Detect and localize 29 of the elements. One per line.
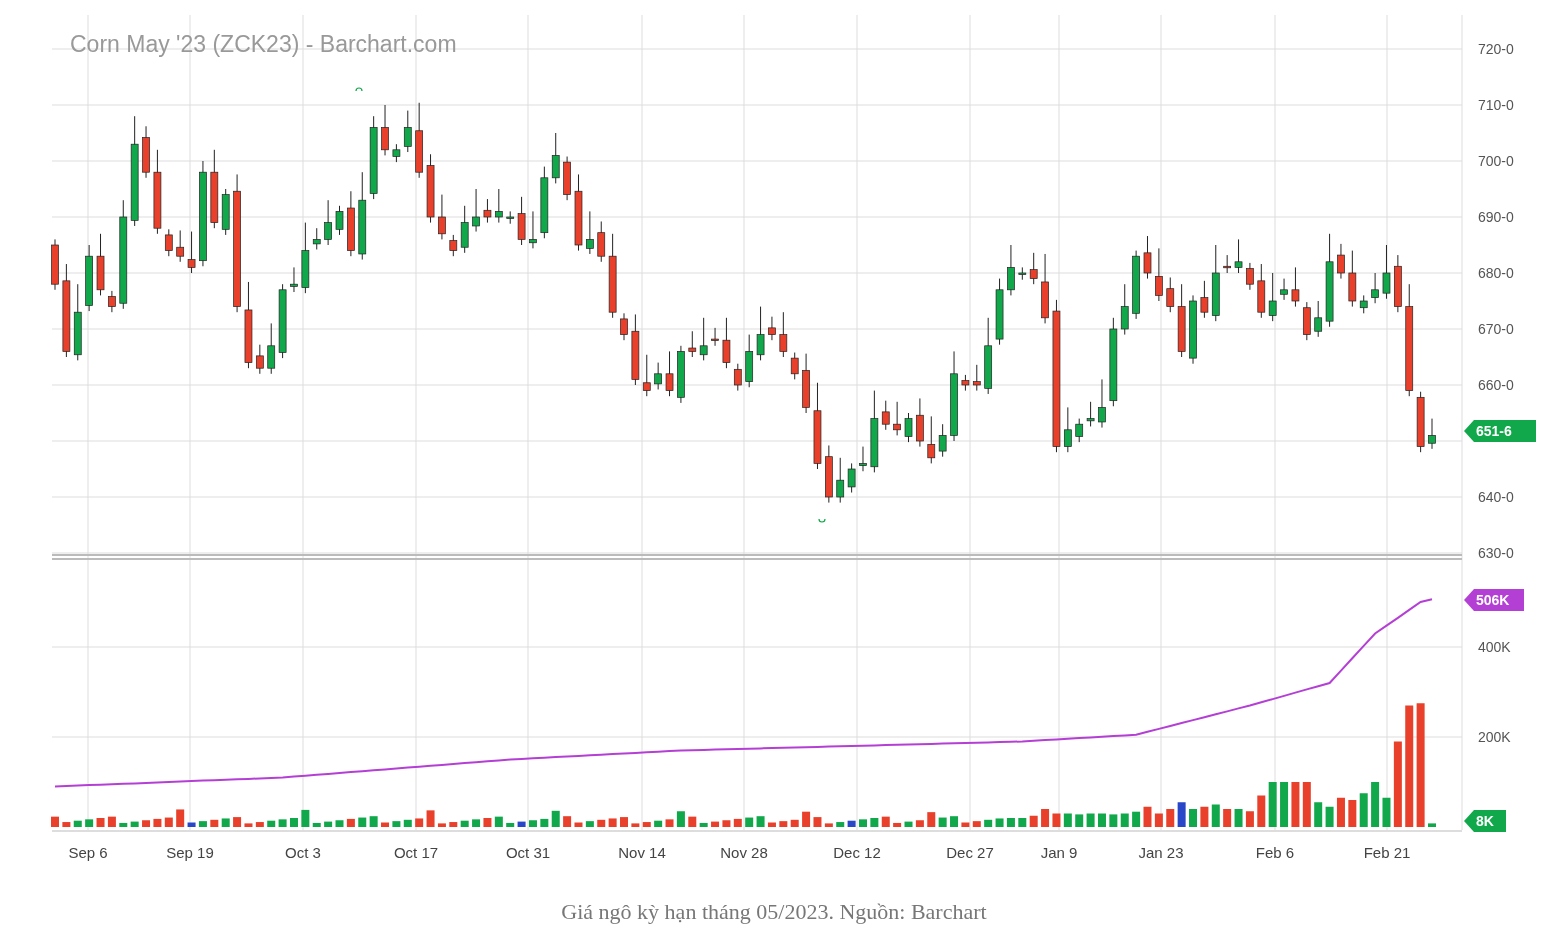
x-axis-label: Feb 21 bbox=[1363, 844, 1411, 861]
volume-badge: 8K bbox=[1464, 810, 1506, 832]
y-axis-label: 680-0 bbox=[1478, 265, 1514, 281]
y-axis-label: 720-0 bbox=[1478, 41, 1514, 57]
y-axis-label: 400K bbox=[1478, 639, 1511, 655]
x-axis-label: Sep 6 bbox=[68, 844, 108, 861]
y-axis-label: 630-0 bbox=[1478, 545, 1514, 561]
chart-title: Corn May '23 (ZCK23) - Barchart.com bbox=[70, 31, 457, 57]
y-axis-label: 200K bbox=[1478, 729, 1511, 745]
x-axis-label: Sep 19 bbox=[166, 844, 214, 861]
y-axis-label: 690-0 bbox=[1478, 209, 1514, 225]
x-axis-label: Jan 9 bbox=[1040, 844, 1078, 861]
y-axis-label: 700-0 bbox=[1478, 153, 1514, 169]
x-axis-label: Feb 6 bbox=[1255, 844, 1295, 861]
x-axis-label: Jan 23 bbox=[1138, 844, 1184, 861]
price-badge: 651-6 bbox=[1464, 420, 1536, 442]
x-axis-label: Dec 12 bbox=[833, 844, 881, 861]
y-axis-label: 640-0 bbox=[1478, 489, 1514, 505]
x-axis-label: Oct 3 bbox=[285, 844, 321, 861]
x-axis-label: Nov 14 bbox=[618, 844, 666, 861]
x-axis-label: Dec 27 bbox=[946, 844, 994, 861]
y-axis-label: 670-0 bbox=[1478, 321, 1514, 337]
x-axis-label: Oct 17 bbox=[393, 844, 439, 861]
chart-caption: Giá ngô kỳ hạn tháng 05/2023. Nguồn: Barchart bbox=[560, 898, 988, 926]
x-axis-label: Oct 31 bbox=[505, 844, 551, 861]
x-axis-label: Nov 28 bbox=[720, 844, 768, 861]
open-interest-badge: 506K bbox=[1464, 589, 1524, 611]
y-axis-label: 660-0 bbox=[1478, 377, 1514, 393]
y-axis-label: 710-0 bbox=[1478, 97, 1514, 113]
